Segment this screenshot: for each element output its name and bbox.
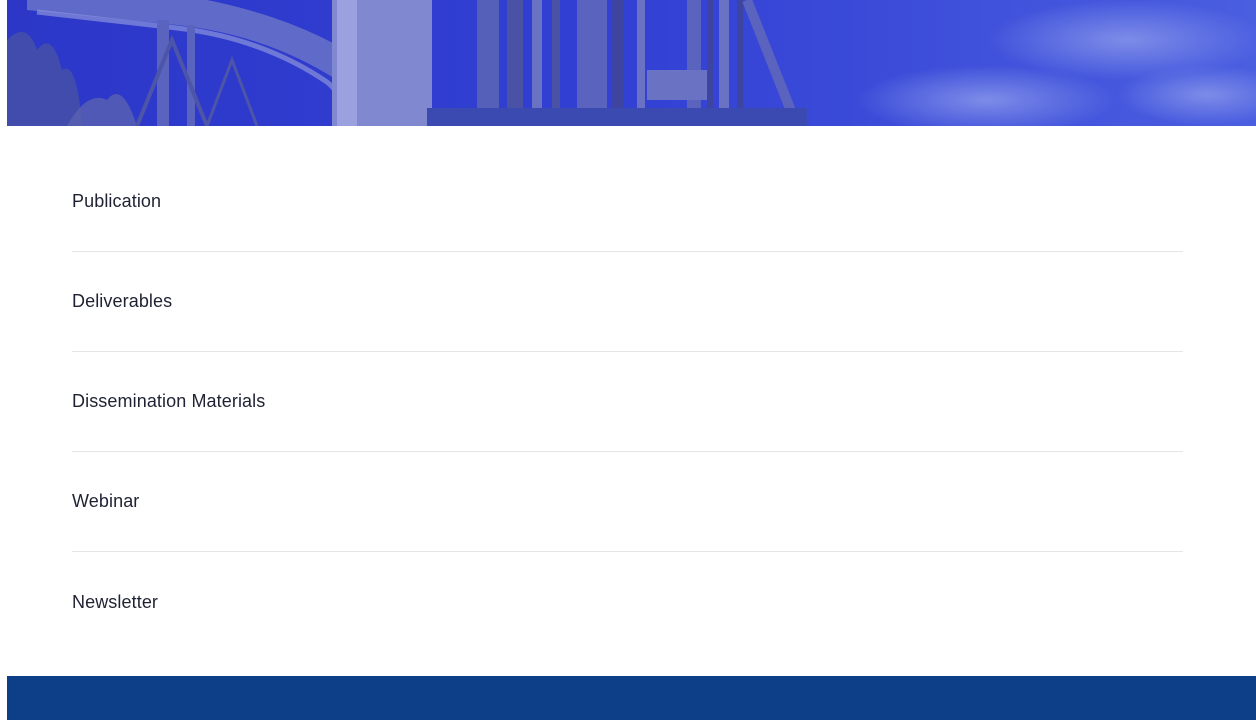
page: Publication Deliverables Dissemination M…	[0, 0, 1256, 720]
hero-banner-image	[7, 0, 1256, 126]
footer-bar	[7, 676, 1256, 720]
menu-item-deliverables[interactable]: Deliverables	[72, 252, 1183, 352]
menu-item-publication[interactable]: Publication	[72, 152, 1183, 252]
menu-item-label: Newsletter	[72, 591, 159, 612]
menu-item-dissemination-materials[interactable]: Dissemination Materials	[72, 352, 1183, 452]
menu-item-webinar[interactable]: Webinar	[72, 452, 1183, 552]
menu-item-newsletter[interactable]: Newsletter	[72, 552, 1183, 652]
menu-item-label: Publication	[72, 191, 162, 211]
resource-menu-list: Publication Deliverables Dissemination M…	[72, 152, 1183, 652]
menu-item-label: Webinar	[72, 491, 140, 511]
menu-item-label: Dissemination Materials	[72, 391, 266, 411]
menu-item-label: Deliverables	[72, 291, 173, 311]
